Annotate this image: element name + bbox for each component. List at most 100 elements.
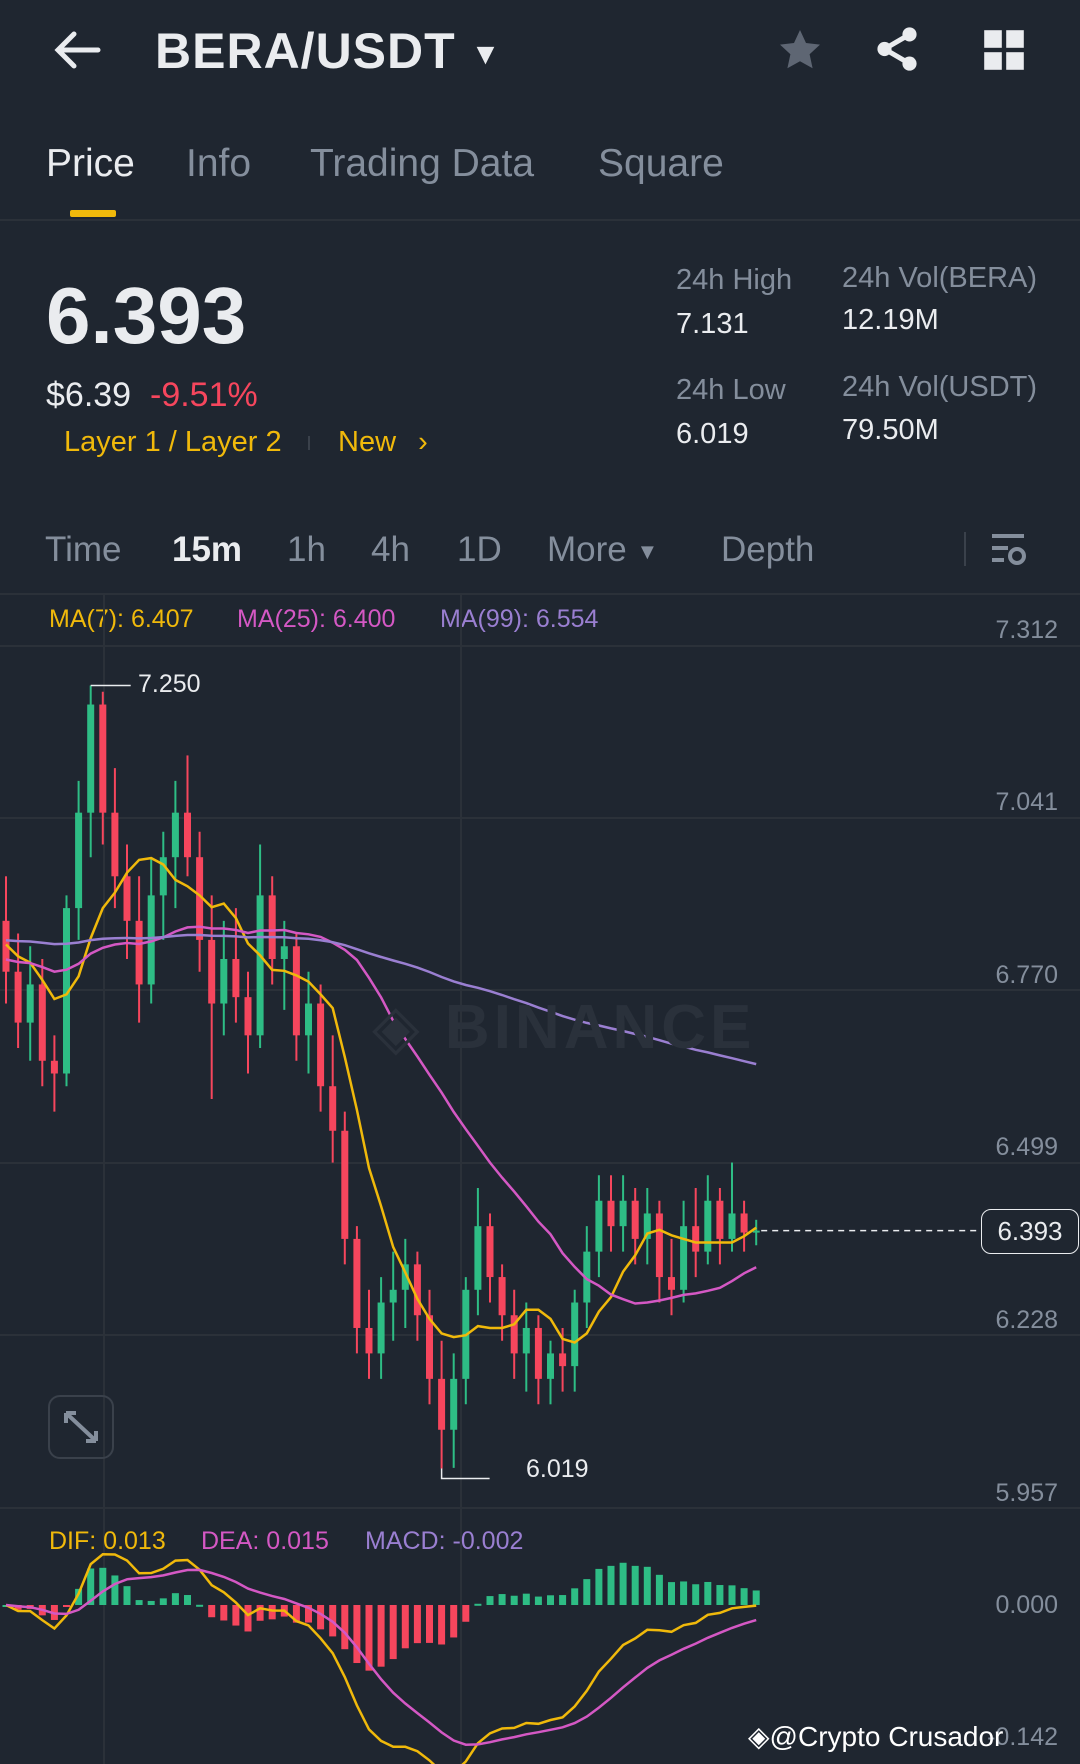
candle-body (184, 812, 191, 858)
candle-body (208, 939, 216, 1004)
macd-bar (668, 1582, 675, 1605)
candle-body (547, 1353, 554, 1379)
candle-body (268, 895, 276, 959)
candle-body (619, 1200, 627, 1227)
low-marker-line (440, 1468, 490, 1480)
macd-bar (510, 1595, 518, 1605)
candle-body (668, 1277, 675, 1290)
candle-body (413, 1264, 421, 1316)
dif-legend: DIF: 0.013 (49, 1527, 166, 1555)
macd-bar (680, 1581, 688, 1605)
macd-bar (692, 1584, 700, 1605)
binance-watermark: ◈ BINANCE (372, 993, 756, 1062)
macd-bar (135, 1600, 143, 1605)
candle-body (26, 984, 34, 1023)
candle-body (426, 1315, 433, 1379)
candle-body (171, 812, 179, 858)
candle-body (607, 1200, 615, 1227)
macd-bar (595, 1568, 603, 1605)
binance-logo-icon: ◈ (748, 1721, 770, 1752)
low-marker-label: 6.019 (526, 1455, 589, 1483)
candle-body (317, 1003, 325, 1087)
macd-bar (559, 1595, 567, 1605)
macd-bar (196, 1604, 204, 1607)
candle-body (232, 958, 240, 998)
macd-bar (341, 1605, 349, 1650)
macd-bar (268, 1605, 276, 1620)
candle-body (474, 1226, 482, 1290)
macd-bar (450, 1605, 458, 1638)
candle-body (450, 1378, 458, 1430)
candle-body (305, 1003, 312, 1036)
candle-body (292, 946, 300, 1036)
macd-bar (123, 1586, 131, 1605)
macd-bar (147, 1600, 155, 1605)
fullscreen-button[interactable] (48, 1395, 114, 1459)
macd-bar (583, 1579, 591, 1605)
candle-body (220, 958, 228, 1004)
credit-watermark: ◈@Crypto Crusador (748, 1721, 1004, 1752)
macd-bar (63, 1605, 70, 1607)
macd-bar (99, 1567, 107, 1605)
candle-body (438, 1378, 446, 1430)
macd-bar (631, 1565, 639, 1605)
macd-bar (171, 1593, 179, 1605)
macd-bar (571, 1588, 579, 1605)
macd-bar (716, 1585, 724, 1605)
candlestick-chart[interactable] (0, 0, 1080, 1764)
macd-bar (728, 1585, 736, 1605)
macd-bar (704, 1581, 712, 1605)
macd-bar (607, 1565, 615, 1605)
candle-body (87, 704, 95, 813)
macd-bar (534, 1596, 542, 1605)
candle-body (740, 1213, 748, 1233)
candle-body (389, 1289, 397, 1303)
macd-bar (377, 1605, 385, 1667)
macd-bar (389, 1605, 397, 1660)
candle-body (692, 1226, 700, 1252)
candle-body (111, 812, 119, 877)
macd-bar (401, 1605, 409, 1649)
candle-body (75, 812, 83, 909)
macd-bar (184, 1595, 191, 1605)
ma25-line (5, 925, 757, 1305)
candle-body (704, 1200, 712, 1252)
current-price-label: 6.393 (981, 1209, 1079, 1254)
candle-body (244, 997, 252, 1036)
macd-bar (438, 1605, 446, 1645)
expand-icon (64, 1411, 98, 1443)
candle-body (486, 1226, 494, 1278)
candle-body (353, 1238, 361, 1328)
macd-bar (317, 1605, 325, 1630)
macd-bar (740, 1588, 748, 1605)
candle-body (498, 1277, 506, 1316)
macd-legend: MACD: -0.002 (365, 1527, 524, 1555)
macd-bar (413, 1605, 421, 1644)
candle-body (14, 971, 22, 1023)
ma7-line (5, 856, 757, 1344)
macd-bar (208, 1605, 216, 1618)
candle-body (329, 1086, 337, 1131)
macd-bar (547, 1595, 554, 1605)
macd-bar (643, 1566, 651, 1605)
candle-body (341, 1130, 349, 1239)
macd-bar (752, 1590, 760, 1605)
macd-bar (619, 1562, 627, 1605)
candle-body (655, 1213, 663, 1278)
macd-bar (655, 1574, 663, 1605)
binance-logo-icon: ◈ (372, 993, 424, 1062)
macd-bar (462, 1605, 470, 1622)
candle-body (631, 1200, 639, 1239)
macd-bar (232, 1605, 240, 1626)
macd-bar (522, 1593, 530, 1605)
candle-body (365, 1327, 373, 1354)
macd-bar (486, 1596, 494, 1605)
candle-body (377, 1302, 385, 1354)
candle-body (123, 876, 131, 921)
candle-body (571, 1302, 579, 1367)
candle-body (38, 984, 46, 1061)
candle-body (716, 1200, 724, 1239)
macd-bar (244, 1605, 252, 1632)
candle-body (135, 920, 143, 985)
macd-bar (474, 1603, 482, 1606)
